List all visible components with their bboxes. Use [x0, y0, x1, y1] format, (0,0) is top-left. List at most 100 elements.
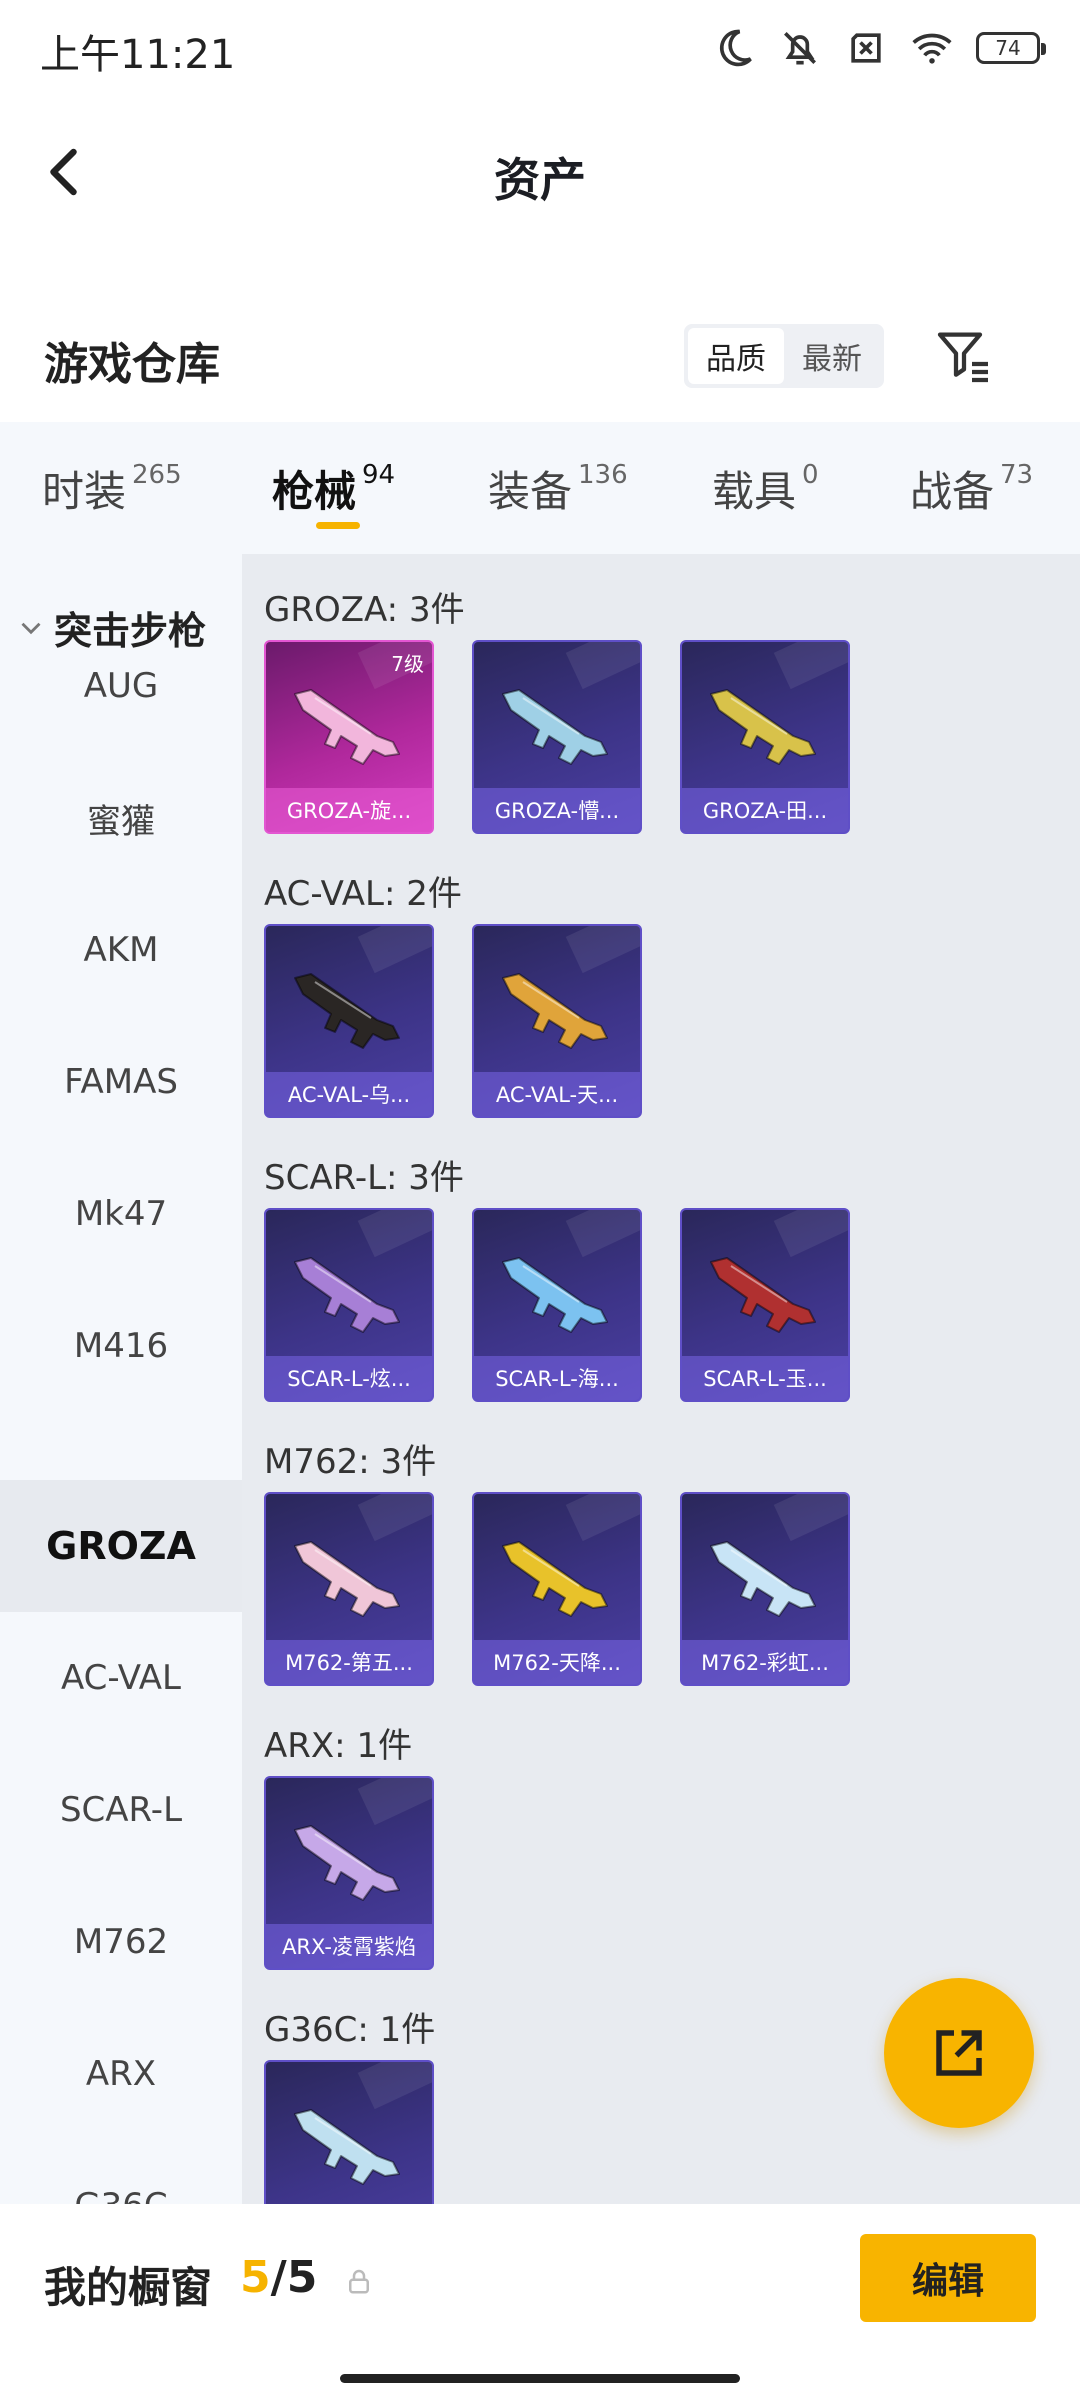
status-time: 上午11:21: [40, 32, 236, 78]
category-tabs: 时装 265 枪械 94 装备 136 载具 0 战备 73: [0, 422, 1080, 554]
weapon-name: AC-VAL-天...: [474, 1072, 640, 1116]
tab-count: 265: [132, 460, 182, 490]
edit-button[interactable]: 编辑: [860, 2234, 1036, 2322]
status-icons: 74: [712, 26, 1046, 70]
weapon-skin-image: [294, 2109, 400, 2185]
tab-label: 战备: [910, 467, 995, 516]
sidebar-item-honey-badger[interactable]: 蜜獾: [0, 752, 242, 884]
weapon-skin-image: [710, 1541, 816, 1617]
weapon-name: GROZA-旋...: [266, 788, 432, 832]
share-out-icon: [936, 2030, 982, 2076]
weapon-name: SCAR-L-玉...: [682, 1356, 848, 1400]
sidebar-item-scar-l[interactable]: SCAR-L: [0, 1744, 242, 1876]
showcase-label: 我的橱窗: [44, 2263, 213, 2312]
weapon-name: ARX-凌霄紫焰: [266, 1924, 432, 1968]
weapon-card[interactable]: SCAR-L-海...: [472, 1208, 642, 1402]
battery-indicator: 74: [976, 32, 1046, 64]
level-badge: 7级: [391, 652, 424, 676]
weapon-card[interactable]: M762-天降...: [472, 1492, 642, 1686]
section-heading: 游戏仓库: [44, 339, 220, 390]
weapon-name: M762-天降...: [474, 1640, 640, 1684]
tab-count: 0: [802, 460, 819, 490]
tab-equipment[interactable]: 装备 136: [488, 458, 628, 519]
weapon-card[interactable]: SCAR-L-玉...: [680, 1208, 850, 1402]
sidebar-item-ac-val[interactable]: AC-VAL: [0, 1612, 242, 1744]
tab-vehicles[interactable]: 载具 0: [712, 458, 819, 519]
weapon-skin-image: [502, 1257, 608, 1333]
weapon-skin-image: [294, 1257, 400, 1333]
weapon-skin-image: [710, 689, 816, 765]
weapon-skin-image: [502, 973, 608, 1049]
weapon-skin-image: [294, 973, 400, 1049]
weapon-card[interactable]: GROZA-田...: [680, 640, 850, 834]
status-bar: 上午11:21 74: [0, 0, 1080, 96]
weapon-name: SCAR-L-海...: [474, 1356, 640, 1400]
sidebar-item-aug[interactable]: AUG: [0, 620, 242, 752]
weapon-card[interactable]: GROZA-懵...: [472, 640, 642, 834]
sim-x-icon: [851, 33, 881, 63]
section-title: SCAR-L: 3件: [264, 1158, 464, 1198]
showcase-total: 5: [286, 2252, 318, 2303]
showcase-bar: 我的橱窗 5/5 编辑: [0, 2204, 1080, 2400]
lock-icon: [349, 2269, 369, 2294]
tab-count: 136: [578, 460, 628, 490]
battery-level: 74: [995, 36, 1021, 60]
tab-label: 载具: [712, 467, 797, 516]
sidebar-item-groza[interactable]: GROZA: [0, 1480, 242, 1612]
nav-bar: 资产: [0, 96, 1080, 246]
home-indicator: [340, 2374, 740, 2383]
wifi-icon: [912, 33, 952, 64]
active-tab-indicator: [316, 522, 360, 529]
tab-count: 73: [1000, 460, 1034, 490]
weapon-card[interactable]: SCAR-L-炫...: [264, 1208, 434, 1402]
showcase-used: 5: [240, 2252, 271, 2303]
weapon-card[interactable]: M762-彩虹...: [680, 1492, 850, 1686]
moon-icon: [719, 29, 752, 67]
sidebar-item-famas[interactable]: FAMAS: [0, 1016, 242, 1148]
weapon-skin-image: [294, 1825, 400, 1901]
sort-toggle: 品质 最新: [684, 324, 884, 388]
weapon-name: GROZA-懵...: [474, 788, 640, 832]
sidebar-item-akm[interactable]: AKM: [0, 884, 242, 1016]
filter-icon[interactable]: [932, 324, 996, 388]
weapon-sidebar: 突击步枪 AUG 蜜獾 AKM FAMAS Mk47 M416 GROZA AC…: [0, 554, 242, 2204]
showcase-count: 5/5: [240, 2252, 317, 2303]
weapon-grid: GROZA: 3件 7级 GROZA-旋... GROZA-懵... GROZA-田..…: [242, 554, 1080, 2204]
weapon-card[interactable]: M762-第五...: [264, 1492, 434, 1686]
sidebar-item-m762[interactable]: M762: [0, 1876, 242, 2008]
tab-guns[interactable]: 枪械 94: [272, 458, 395, 519]
section-title: AC-VAL: 2件: [264, 874, 462, 914]
section-title: M762: 3件: [264, 1442, 437, 1482]
weapon-card[interactable]: AC-VAL-天...: [472, 924, 642, 1118]
weapon-skin-image: [710, 1257, 816, 1333]
tab-label: 枪械: [272, 467, 357, 516]
sidebar-item-m416[interactable]: M416: [0, 1280, 242, 1412]
warehouse-header: 游戏仓库 品质 最新: [0, 310, 1080, 410]
sidebar-item-g36c[interactable]: G36C: [0, 2140, 242, 2204]
sort-newest-button[interactable]: 最新: [784, 328, 880, 384]
weapon-name: GROZA-田...: [682, 788, 848, 832]
tab-label: 装备: [488, 467, 573, 516]
weapon-skin-image: [502, 689, 608, 765]
section-title: ARX: 1件: [264, 1726, 413, 1766]
tab-count: 94: [362, 460, 396, 490]
weapon-card[interactable]: 7级 GROZA-旋...: [264, 640, 434, 834]
tab-supplies[interactable]: 战备 73: [910, 458, 1033, 519]
weapon-card[interactable]: [264, 2060, 434, 2204]
sidebar-item-mk47[interactable]: Mk47: [0, 1148, 242, 1280]
tab-label: 时装: [42, 467, 127, 516]
weapon-card[interactable]: AC-VAL-乌...: [264, 924, 434, 1118]
weapon-name: AC-VAL-乌...: [266, 1072, 432, 1116]
section-title: GROZA: 3件: [264, 590, 465, 630]
share-button[interactable]: [884, 1978, 1034, 2128]
weapon-card[interactable]: ARX-凌霄紫焰: [264, 1776, 434, 1970]
weapon-name: M762-第五...: [266, 1640, 432, 1684]
bell-off-icon: [784, 32, 816, 65]
sidebar-item-arx[interactable]: ARX: [0, 2008, 242, 2140]
tab-fashion[interactable]: 时装 265: [42, 458, 182, 519]
showcase-separator: /: [270, 2252, 287, 2303]
sort-quality-button[interactable]: 品质: [688, 328, 784, 384]
weapon-skin-image: [294, 1541, 400, 1617]
weapon-skin-image: [294, 689, 400, 765]
weapon-name: SCAR-L-炫...: [266, 1356, 432, 1400]
